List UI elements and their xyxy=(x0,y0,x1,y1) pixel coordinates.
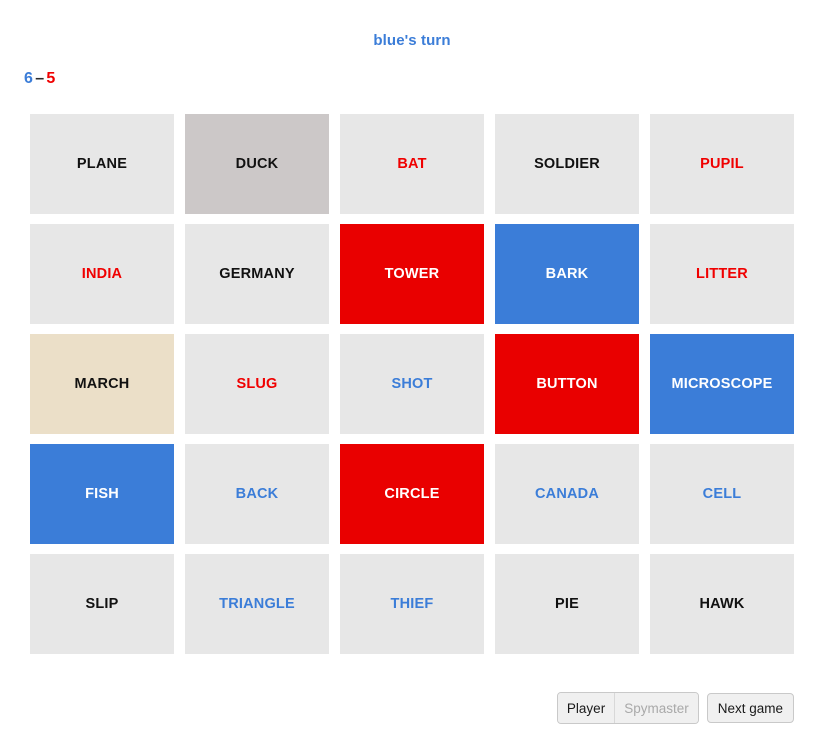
board-card[interactable]: SHOT xyxy=(340,334,484,434)
role-toggle-player[interactable]: Player xyxy=(557,693,615,723)
board-card[interactable]: CIRCLE xyxy=(340,444,484,544)
board-card[interactable]: PUPIL xyxy=(650,114,794,214)
next-game-button[interactable]: Next game xyxy=(706,693,794,723)
controls-bar: Player Spymaster Next game xyxy=(0,692,824,724)
board-card[interactable]: MARCH xyxy=(30,334,174,434)
board-card[interactable]: FISH xyxy=(30,444,174,544)
role-toggle[interactable]: Player Spymaster xyxy=(556,692,699,724)
role-toggle-spymaster[interactable]: Spymaster xyxy=(614,693,698,723)
board-card[interactable]: GERMANY xyxy=(185,224,329,324)
board-card[interactable]: THIEF xyxy=(340,554,484,654)
board-card[interactable]: MICROSCOPE xyxy=(650,334,794,434)
score-blue-remaining: 6 xyxy=(24,70,34,87)
board-card[interactable]: BAT xyxy=(340,114,484,214)
codenames-board: PLANE DUCK BAT SOLDIER PUPIL INDIA GERMANY TOWE… xyxy=(30,114,794,654)
board-card[interactable]: CANADA xyxy=(495,444,639,544)
board-card[interactable]: SOLDIER xyxy=(495,114,639,214)
board-card[interactable]: TOWER xyxy=(340,224,484,324)
board-card[interactable]: SLUG xyxy=(185,334,329,434)
score-separator: – xyxy=(35,70,45,87)
score-red-remaining: 5 xyxy=(46,70,56,87)
board-card[interactable]: TRIANGLE xyxy=(185,554,329,654)
turn-indicator: blue's turn xyxy=(373,32,451,49)
board-card[interactable]: BARK xyxy=(495,224,639,324)
board-card[interactable]: LITTER xyxy=(650,224,794,324)
board-card[interactable]: SLIP xyxy=(30,554,174,654)
board-card[interactable]: BUTTON xyxy=(495,334,639,434)
board-card[interactable]: BACK xyxy=(185,444,329,544)
board-card[interactable]: DUCK xyxy=(185,114,329,214)
board-card[interactable]: HAWK xyxy=(650,554,794,654)
board-card[interactable]: CELL xyxy=(650,444,794,544)
board-card[interactable]: PLANE xyxy=(30,114,174,214)
board-card[interactable]: PIE xyxy=(495,554,639,654)
scoreboard: 6–5 xyxy=(24,70,56,88)
board-card[interactable]: INDIA xyxy=(30,224,174,324)
